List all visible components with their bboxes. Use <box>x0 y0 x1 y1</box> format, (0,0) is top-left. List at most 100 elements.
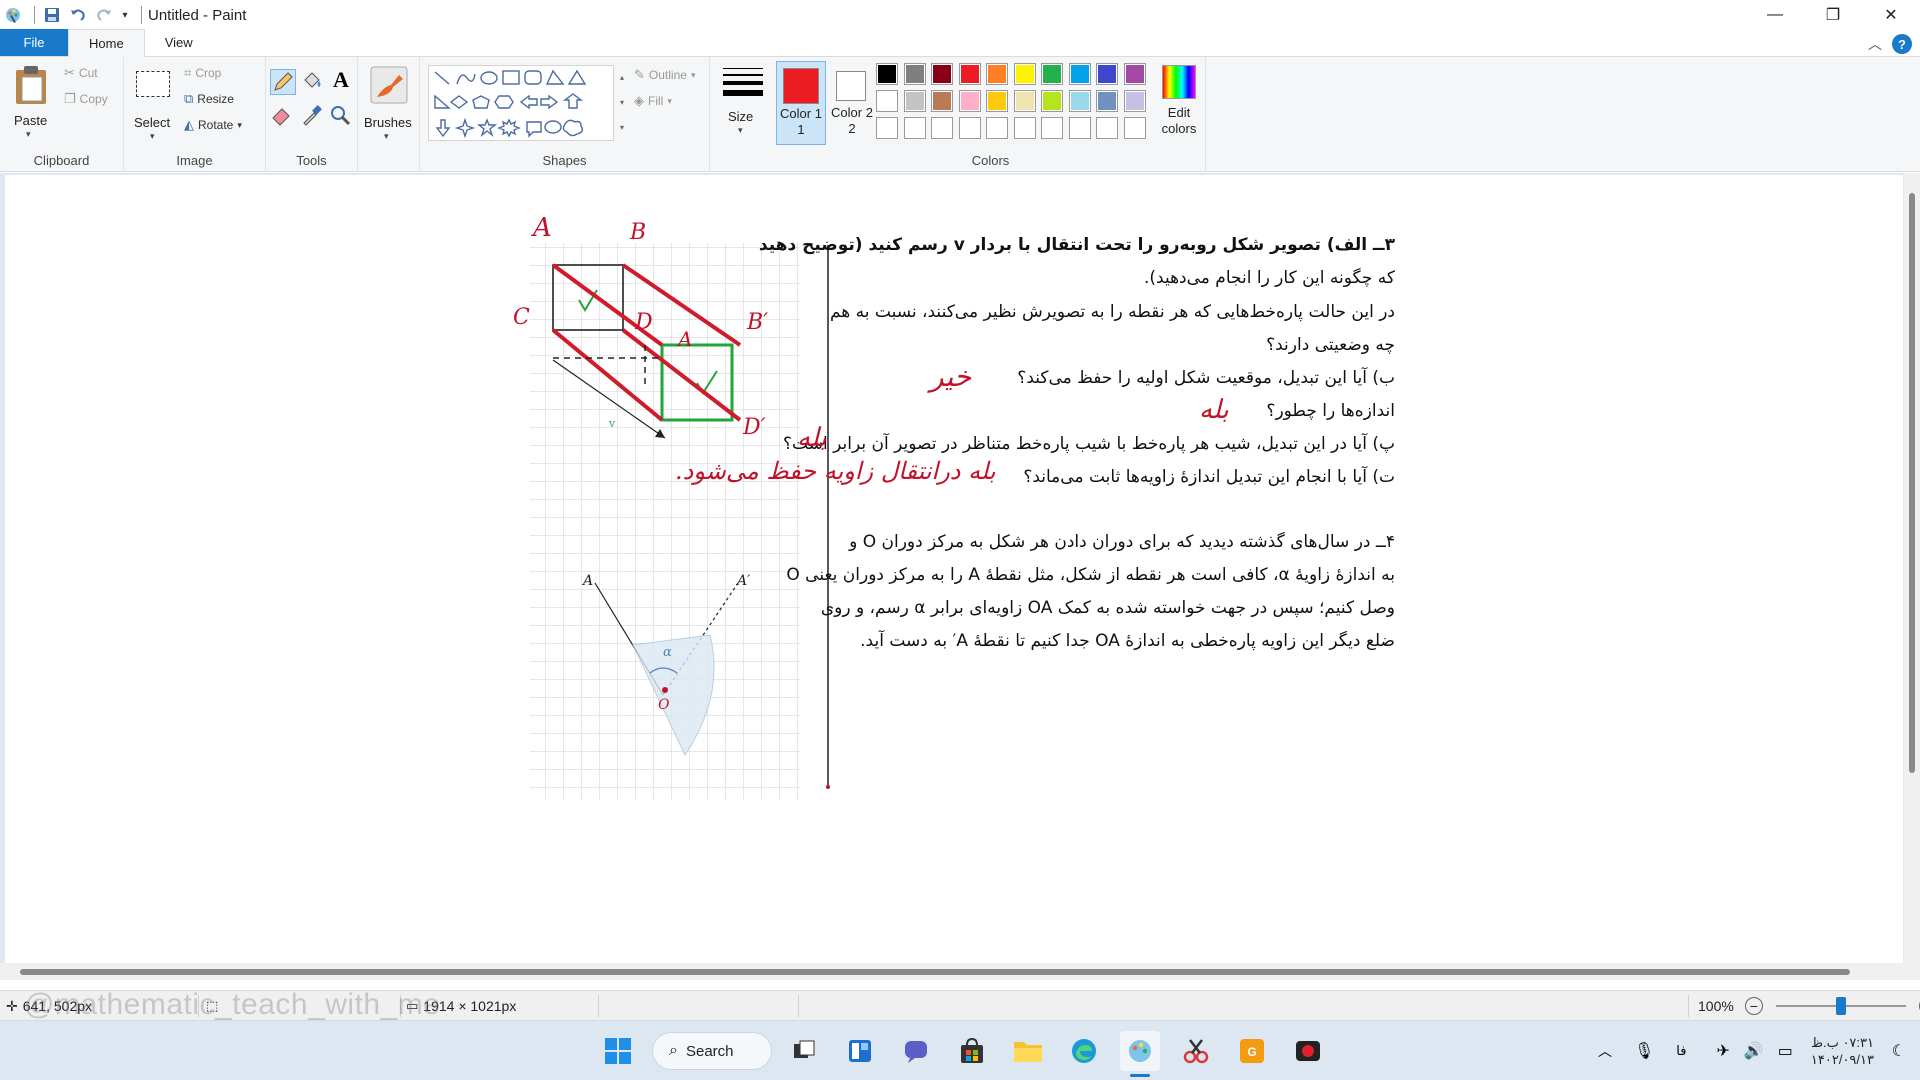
close-button[interactable]: ✕ <box>1862 0 1920 30</box>
start-button[interactable] <box>598 1031 638 1071</box>
snipping-tool-button[interactable] <box>1176 1031 1216 1071</box>
airplane-mode-icon[interactable]: ✈ <box>1716 1041 1729 1061</box>
fill-dropdown-icon[interactable]: ▾ <box>667 96 672 107</box>
shapes-scroll[interactable]: ▴ ▾ ▾ <box>616 65 628 141</box>
paste-button[interactable]: Paste ▾ <box>6 63 56 145</box>
clock[interactable]: ۰۷:۳۱ ب.ظ ۱۴۰۲/۰۹/۱۳ <box>1811 1034 1874 1068</box>
brushes-dropdown-icon[interactable]: ▾ <box>384 131 389 142</box>
horizontal-scroll-thumb[interactable] <box>20 969 1850 975</box>
brushes-button[interactable]: Brushes ▾ <box>364 63 414 145</box>
pdf-app-button[interactable]: G <box>1232 1031 1272 1071</box>
customize-quick-access-icon[interactable]: ▾ <box>119 4 131 26</box>
rotate-dropdown-icon[interactable]: ▾ <box>237 120 242 131</box>
magnifier-tool[interactable] <box>328 103 354 129</box>
outline-button[interactable]: ✎ Outline ▾ <box>634 67 695 83</box>
widgets-button[interactable] <box>840 1031 880 1071</box>
eraser-tool[interactable] <box>270 103 296 129</box>
language-indicator[interactable]: فا <box>1676 1043 1686 1059</box>
minimize-button[interactable]: — <box>1746 0 1804 30</box>
tab-view[interactable]: View <box>145 29 213 56</box>
notifications-icon[interactable]: ☾ <box>1892 1041 1906 1061</box>
redo-icon[interactable] <box>93 4 115 26</box>
crop-button[interactable]: ⌗ Crop <box>184 65 221 81</box>
help-icon[interactable]: ? <box>1892 34 1912 54</box>
select-dropdown-icon[interactable]: ▾ <box>150 131 155 142</box>
copy-button[interactable]: ❐ Copy <box>64 91 108 107</box>
palette-swatch[interactable] <box>1041 63 1063 85</box>
palette-swatch[interactable] <box>1096 63 1118 85</box>
size-dropdown-icon[interactable]: ▾ <box>738 125 743 136</box>
fill-tool[interactable] <box>300 69 326 95</box>
palette-swatch[interactable] <box>903 63 926 85</box>
taskbar-search[interactable]: ⌕ Search <box>652 1032 772 1070</box>
palette-swatch[interactable] <box>1123 90 1146 112</box>
palette-swatch[interactable] <box>876 63 898 85</box>
task-view-button[interactable] <box>784 1031 824 1071</box>
recorder-button[interactable] <box>1288 1031 1328 1071</box>
tab-file[interactable]: File <box>0 29 68 56</box>
teams-chat-button[interactable] <box>896 1031 936 1071</box>
zoom-slider-thumb[interactable] <box>1835 997 1846 1015</box>
palette-swatch[interactable] <box>958 90 981 112</box>
palette-swatch[interactable] <box>1068 117 1091 139</box>
palette-swatch[interactable] <box>1123 117 1146 139</box>
text-tool[interactable]: A <box>328 67 354 95</box>
palette-swatch[interactable] <box>1041 90 1063 112</box>
palette-swatch[interactable] <box>986 90 1008 112</box>
microphone-icon[interactable]: 🎙 <box>1634 1041 1654 1061</box>
pencil-tool[interactable] <box>270 69 296 95</box>
file-explorer-button[interactable] <box>1008 1031 1048 1071</box>
show-hidden-icons[interactable]: ︿ <box>1598 1041 1612 1061</box>
volume-icon[interactable]: 🔊 <box>1744 1041 1764 1061</box>
palette-swatch[interactable] <box>931 90 953 112</box>
size-button[interactable]: Size ▾ <box>716 65 770 147</box>
palette-swatch[interactable] <box>1096 117 1118 139</box>
tab-home[interactable]: Home <box>68 29 145 57</box>
battery-icon[interactable]: ▭ <box>1778 1041 1793 1061</box>
shapes-gallery[interactable] <box>428 65 614 141</box>
palette-swatch[interactable] <box>986 63 1008 85</box>
color2-button[interactable]: Color 2 2 <box>828 61 878 145</box>
undo-icon[interactable] <box>67 4 89 26</box>
palette-swatch[interactable] <box>1068 90 1091 112</box>
color1-button[interactable]: Color 1 1 <box>776 61 826 145</box>
palette-swatch[interactable] <box>1123 63 1146 85</box>
palette-swatch[interactable] <box>958 63 981 85</box>
resize-button[interactable]: ⧉ Resize <box>184 91 234 107</box>
maximize-button[interactable]: ❐ <box>1804 0 1862 30</box>
color-picker-tool[interactable] <box>300 103 326 129</box>
palette-swatch[interactable] <box>958 117 981 139</box>
palette-swatch[interactable] <box>1096 90 1118 112</box>
palette-swatch[interactable] <box>931 117 953 139</box>
palette-swatch[interactable] <box>903 117 926 139</box>
fill-button[interactable]: ◈ Fill ▾ <box>634 93 672 109</box>
palette-swatch[interactable] <box>903 90 926 112</box>
zoom-slider[interactable] <box>1775 997 1906 1015</box>
select-button[interactable]: Select ▾ <box>132 63 176 145</box>
vertical-scrollbar[interactable] <box>1904 173 1920 980</box>
rotate-button[interactable]: ◭ Rotate ▾ <box>184 117 242 133</box>
palette-swatch[interactable] <box>876 117 898 139</box>
palette-swatch[interactable] <box>1068 63 1091 85</box>
palette-swatch[interactable] <box>876 90 898 112</box>
vertical-scroll-thumb[interactable] <box>1909 193 1915 773</box>
palette-swatch[interactable] <box>1013 63 1036 85</box>
collapse-ribbon-icon[interactable]: ︿ <box>1868 34 1882 54</box>
palette-swatch[interactable] <box>986 117 1008 139</box>
store-button[interactable] <box>952 1031 992 1071</box>
outline-dropdown-icon[interactable]: ▾ <box>691 70 696 81</box>
edge-button[interactable] <box>1064 1031 1104 1071</box>
paint-taskbar-button[interactable] <box>1120 1031 1160 1077</box>
palette-swatch[interactable] <box>1013 117 1036 139</box>
palette-swatch[interactable] <box>931 63 953 85</box>
edit-colors-button[interactable]: Edit colors <box>1154 63 1204 147</box>
cut-button[interactable]: ✂ Cut <box>64 65 98 81</box>
palette-swatch[interactable] <box>1013 90 1036 112</box>
horizontal-scrollbar[interactable] <box>0 963 1904 980</box>
paint-app-icon[interactable] <box>2 4 24 26</box>
drawing-canvas[interactable]: A B C D A B′ D′ v A A′ O α ۳ــ الف) تصوی… <box>5 175 1903 968</box>
paste-dropdown-icon[interactable]: ▾ <box>26 129 31 140</box>
save-icon[interactable] <box>41 4 63 26</box>
palette-swatch[interactable] <box>1041 117 1063 139</box>
zoom-out-button[interactable]: − <box>1744 997 1763 1015</box>
